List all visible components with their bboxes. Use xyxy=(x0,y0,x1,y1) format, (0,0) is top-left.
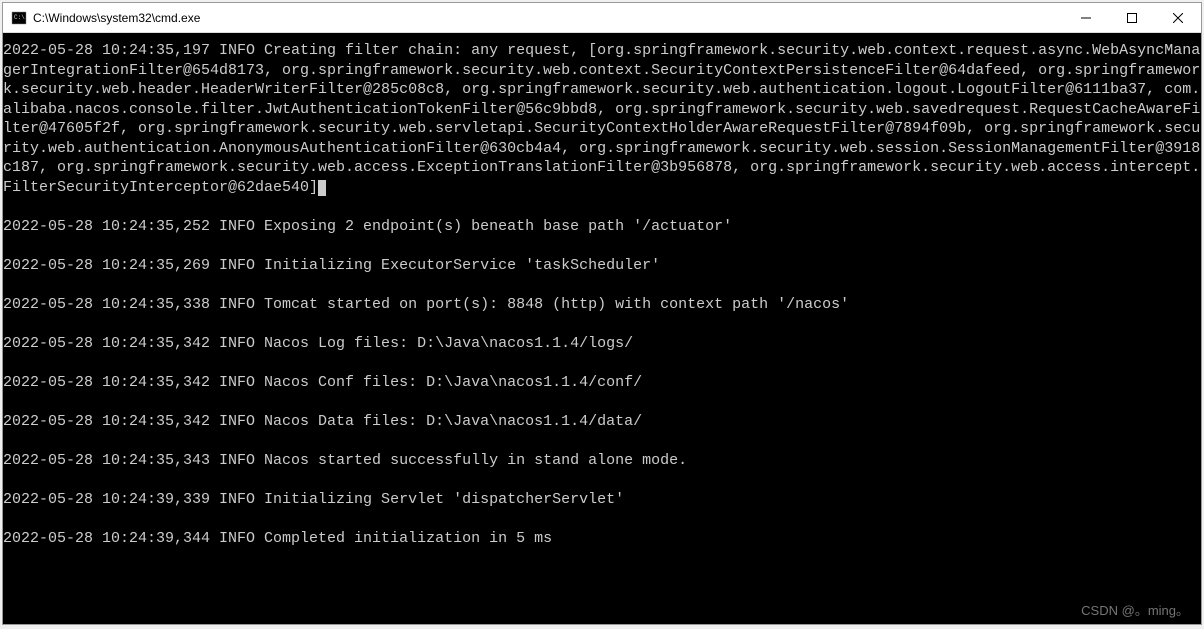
log-line: 2022-05-28 10:24:39,339 INFO Initializin… xyxy=(3,490,1201,510)
log-line: 2022-05-28 10:24:35,342 INFO Nacos Data … xyxy=(3,412,1201,432)
titlebar: C:\ C:\Windows\system32\cmd.exe xyxy=(3,3,1201,33)
cmd-window: C:\ C:\Windows\system32\cmd.exe 2022-05-… xyxy=(2,2,1202,625)
log-line: 2022-05-28 10:24:35,342 INFO Nacos Log f… xyxy=(3,334,1201,354)
svg-text:C:\: C:\ xyxy=(14,14,25,21)
log-line: 2022-05-28 10:24:35,252 INFO Exposing 2 … xyxy=(3,217,1201,237)
terminal-output[interactable]: 2022-05-28 10:24:35,197 INFO Creating fi… xyxy=(3,33,1201,624)
log-line: 2022-05-28 10:24:35,338 INFO Tomcat star… xyxy=(3,295,1201,315)
cmd-icon: C:\ xyxy=(11,10,27,26)
watermark-text: CSDN @。ming。 xyxy=(1081,603,1189,620)
window-title: C:\Windows\system32\cmd.exe xyxy=(33,11,200,25)
log-line: 2022-05-28 10:24:35,197 INFO Creating fi… xyxy=(3,42,1200,196)
titlebar-left: C:\ C:\Windows\system32\cmd.exe xyxy=(3,10,200,26)
window-controls xyxy=(1063,3,1201,32)
maximize-button[interactable] xyxy=(1109,3,1155,32)
log-line: 2022-05-28 10:24:39,344 INFO Completed i… xyxy=(3,529,1201,549)
log-line: 2022-05-28 10:24:35,269 INFO Initializin… xyxy=(3,256,1201,276)
minimize-button[interactable] xyxy=(1063,3,1109,32)
log-line: 2022-05-28 10:24:35,342 INFO Nacos Conf … xyxy=(3,373,1201,393)
close-button[interactable] xyxy=(1155,3,1201,32)
terminal-content: 2022-05-28 10:24:35,197 INFO Creating fi… xyxy=(3,35,1201,548)
log-line: 2022-05-28 10:24:35,343 INFO Nacos start… xyxy=(3,451,1201,471)
text-cursor xyxy=(318,180,326,196)
